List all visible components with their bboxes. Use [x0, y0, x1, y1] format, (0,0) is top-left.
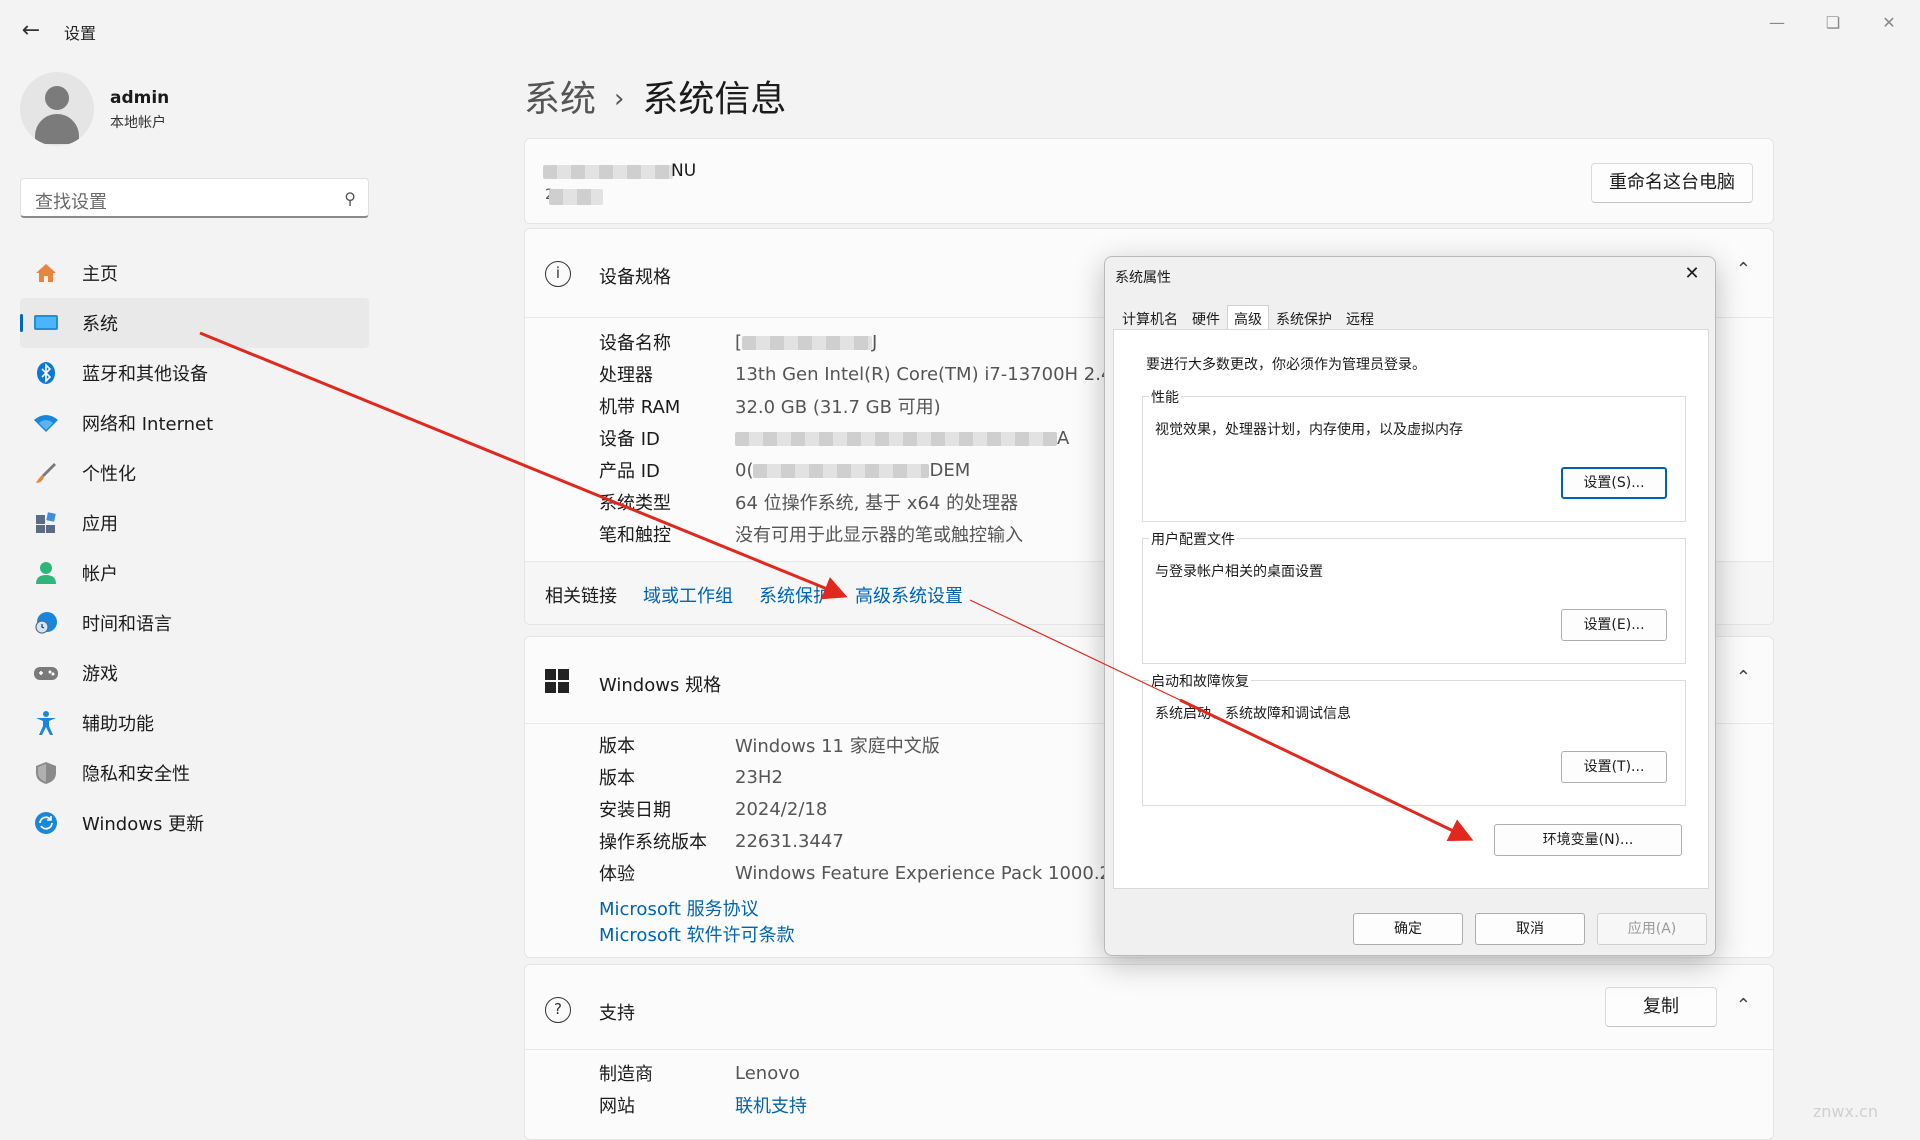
watermark: znwx.cn	[1812, 1102, 1878, 1121]
annotation-arrows	[199, 331, 1474, 842]
arrow-connector	[969, 599, 1181, 701]
arrow-to-env-variables	[1179, 698, 1474, 842]
arrow-to-advanced-settings	[199, 331, 848, 600]
